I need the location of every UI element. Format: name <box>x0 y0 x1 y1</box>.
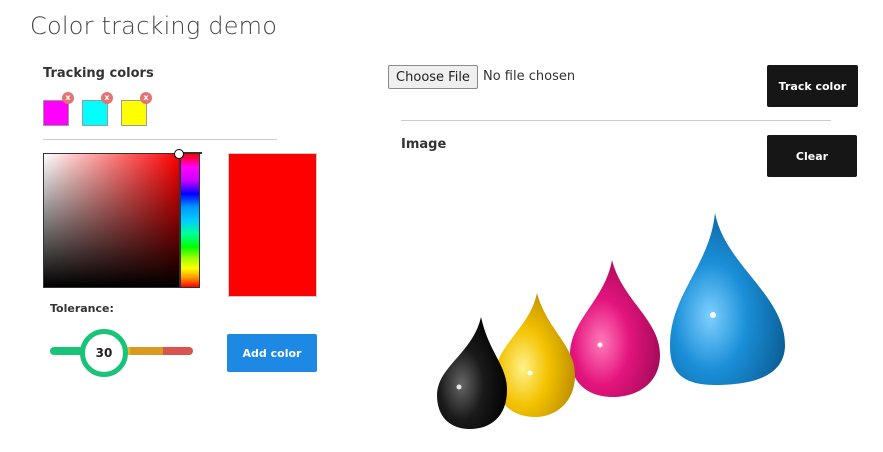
color-picker-hue-slider[interactable] <box>180 153 200 288</box>
tracking-colors-heading: Tracking colors <box>43 66 154 81</box>
cyan-drop <box>670 213 785 385</box>
color-picker-saturation-area[interactable] <box>43 153 180 288</box>
remove-color-icon[interactable]: x <box>62 92 74 104</box>
divider <box>43 139 277 140</box>
clear-button[interactable]: Clear <box>767 135 857 177</box>
tolerance-slider-knob[interactable]: 30 <box>80 329 128 377</box>
page-title: Color tracking demo <box>30 12 278 40</box>
ink-drops-image <box>437 213 785 429</box>
tracking-color-swatch-magenta[interactable]: x <box>43 92 74 126</box>
tracking-color-swatch-yellow[interactable]: x <box>121 92 152 126</box>
yellow-drop <box>495 293 575 417</box>
tracking-color-swatch-cyan[interactable]: x <box>82 92 113 126</box>
black-drop <box>437 317 507 429</box>
magenta-drop <box>570 260 660 397</box>
add-color-button[interactable]: Add color <box>227 334 317 372</box>
divider <box>401 120 831 121</box>
slider-segment-red <box>162 347 193 355</box>
track-color-button[interactable]: Track color <box>767 65 858 107</box>
color-picker-handle[interactable] <box>174 149 184 159</box>
file-status-text: No file chosen <box>483 69 576 84</box>
slider-segment-orange <box>130 347 163 355</box>
image-heading: Image <box>401 137 447 152</box>
remove-color-icon[interactable]: x <box>140 92 152 104</box>
remove-color-icon[interactable]: x <box>101 92 113 104</box>
choose-file-button[interactable]: Choose File <box>388 65 478 89</box>
tolerance-value: 30 <box>95 346 113 360</box>
tolerance-label: Tolerance: <box>50 302 114 315</box>
selected-color-preview <box>228 153 317 297</box>
